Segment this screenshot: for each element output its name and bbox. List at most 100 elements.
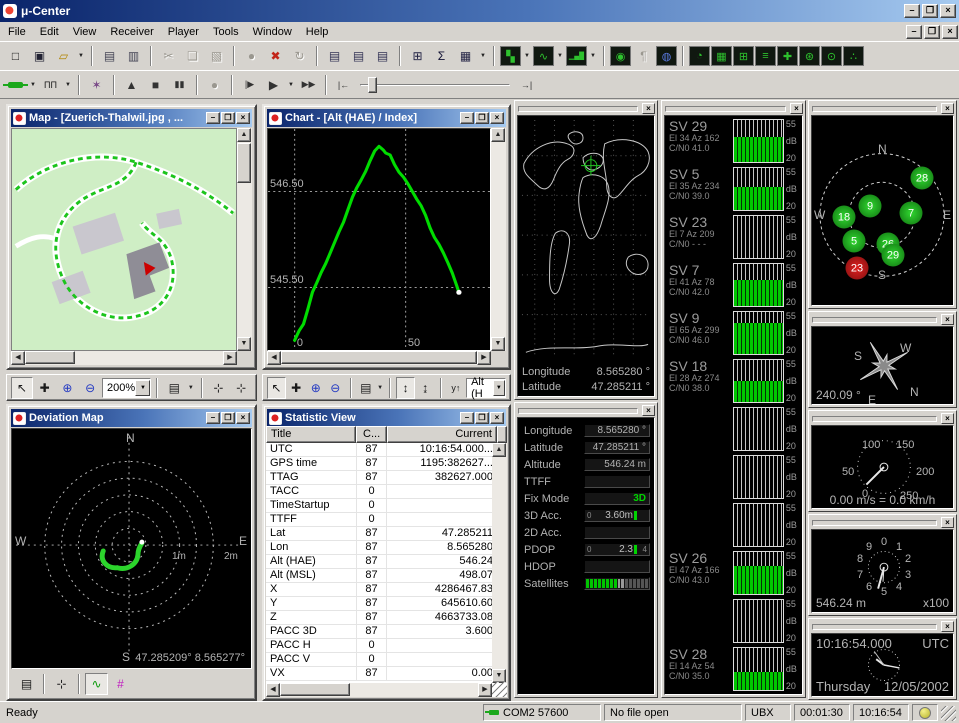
table-row[interactable]: UTC8710:16:54.000...10: [266,443,507,457]
connect-port-button[interactable] [4,74,27,96]
chart-horizontal-scrollbar[interactable]: ◀▶ [267,351,491,365]
chart-y-up-button[interactable]: y↑ [447,377,466,399]
statistic-vertical-scrollbar[interactable]: ▲▼ [492,443,507,683]
table-row[interactable]: X874286467.83 [266,583,507,597]
save-file-icon[interactable]: ▣ [28,45,51,67]
menu-player[interactable]: Player [161,24,206,40]
table-row[interactable]: Alt (MSL)87498.07 [266,569,507,583]
maximize-button[interactable]: ❐ [922,4,938,18]
sum-view-icon[interactable]: Σ [430,45,453,67]
sky-panel-close-button[interactable]: × [941,103,954,114]
deviation-grid-toggle[interactable]: # [109,673,132,695]
docking-view-icon[interactable]: ⊞ [733,46,754,66]
fast-forward-button[interactable]: ▶▶ [297,74,320,96]
table-row[interactable]: PACC 3D873.600 [266,625,507,639]
paste-icon[interactable]: ▧ [205,45,228,67]
map-zoom-level-select[interactable]: 200%▼ [102,378,151,398]
log-create-icon[interactable]: ▤ [323,45,346,67]
map-close-button[interactable]: × [236,112,250,124]
chart-close-button[interactable]: × [490,112,504,124]
menu-window[interactable]: Window [246,24,299,40]
data-panel-grip[interactable]: × [517,405,655,416]
map-view-icon-dropdown[interactable]: ▼ [522,46,532,66]
column-header[interactable] [497,426,507,443]
map-minimize-button[interactable]: – [206,112,220,124]
window-resize-grip[interactable] [941,706,956,721]
autoconfig-wand-button[interactable]: ✶ [85,74,108,96]
chart-series-select-arrow[interactable]: ▼ [493,380,505,396]
map-horizontal-scrollbar[interactable]: ◀▶ [11,351,237,365]
map-canvas[interactable] [11,128,237,351]
chart-pan-tool[interactable]: ✚ [287,377,306,399]
speed-panel-grip[interactable]: × [811,413,954,424]
compass-panel-close-button[interactable]: × [941,314,954,325]
compass-view-icon[interactable]: ✚ [777,46,798,66]
copy-icon[interactable]: ❏ [181,45,204,67]
clock-view-icon[interactable]: ⊙ [821,46,842,66]
histogram-view-icon-dropdown[interactable]: ▼ [588,46,598,66]
menu-file[interactable]: File [1,24,33,40]
skip-to-end-button[interactable]: →| [515,74,538,96]
sv-panel-close-button[interactable]: × [790,103,803,114]
table-row[interactable]: Y87645610.60 [266,597,507,611]
chart-view-icon[interactable]: ∿ [533,46,554,66]
histogram-view-icon[interactable]: ▁▄█ [566,46,587,66]
map-view-icon[interactable]: ▚ [500,46,521,66]
statistic-table-header[interactable]: TitleC...Current [266,426,507,443]
gauge-view-icon[interactable]: ◔ [689,46,710,66]
chart-series-select[interactable]: Alt (H▼ [466,378,506,398]
table-row[interactable]: TTAG87382627.000 [266,471,507,485]
chart-select-tool[interactable]: ↖ [267,377,286,399]
worldmap-view-icon[interactable]: ▦ [711,46,732,66]
map-zoom-in-tool[interactable]: ⊕ [57,377,79,399]
progress-slider[interactable] [360,75,510,95]
chart-autoscale-y-button[interactable]: ↕ [396,377,415,399]
table-row[interactable]: TACC0 [266,485,507,499]
sv-panel-grip[interactable]: × [664,103,803,114]
menu-receiver[interactable]: Receiver [103,24,160,40]
chart-window-titlebar[interactable]: Chart - [Alt (HAE) / Index] – ❐ × [267,109,506,127]
close-button[interactable]: × [940,4,956,18]
deviation-maximize-button[interactable]: ❐ [221,412,235,424]
map-zoom-level-select-arrow[interactable]: ▼ [135,380,150,396]
column-header[interactable]: C... [356,426,387,443]
speed-panel-close-button[interactable]: × [941,413,954,424]
step-forward-button[interactable]: |▶ [238,74,261,96]
table-row[interactable]: GPS time871195:382627...119 [266,457,507,471]
connect-port-button-dropdown[interactable]: ▼ [28,75,38,95]
map-select-tool[interactable]: ↖ [11,377,33,399]
chart-plot[interactable]: 546.50545.50050 [267,128,491,351]
chart-properties-button[interactable]: ▤ [357,377,376,399]
map-zoom-out-tool[interactable]: ⊖ [79,377,101,399]
chart-zoom-in-tool[interactable]: ⊕ [306,377,325,399]
table-row[interactable]: PACC V0 [266,653,507,667]
app-titlebar[interactable]: μ-Center – ❐ × [0,0,959,22]
statistic-window-titlebar[interactable]: Statistic View – ❐ × [267,409,506,427]
menu-help[interactable]: Help [299,24,336,40]
world-panel-grip[interactable]: × [517,103,655,114]
table-row[interactable]: Z874663733.08 [266,611,507,625]
mdi-maximize-button[interactable]: ❐ [924,25,940,39]
slider-thumb[interactable] [368,77,377,93]
table-row[interactable]: Lat8747.285211 [266,527,507,541]
skip-to-start-button[interactable]: |← [332,74,355,96]
map-properties-button[interactable]: ▤ [163,377,185,399]
alt-panel-close-button[interactable]: × [941,517,954,528]
column-header[interactable]: Current [387,426,497,443]
clock-panel-grip[interactable]: × [811,621,954,632]
chart-vertical-scrollbar[interactable]: ▲▼ [491,128,506,351]
map-maximize-button[interactable]: ❐ [221,112,235,124]
statistic-horizontal-scrollbar[interactable]: ◀▶ [266,683,492,697]
new-file-icon[interactable]: □ [4,45,27,67]
deviation-view-icon[interactable]: ◉ [610,46,631,66]
list-view-icon[interactable]: ≡ [755,46,776,66]
scatter-view-icon[interactable]: ∴ [843,46,864,66]
disconnect-receiver-icon[interactable]: ✖ [264,45,287,67]
chart-view-icon-dropdown[interactable]: ▼ [555,46,565,66]
sky-panel-grip[interactable]: × [811,103,954,114]
world-panel-close-button[interactable]: × [642,103,655,114]
mdi-minimize-button[interactable]: – [906,25,922,39]
table-view-icon-dropdown[interactable]: ▼ [478,46,488,66]
statistic-minimize-button[interactable]: – [460,412,474,424]
minimize-button[interactable]: – [904,4,920,18]
